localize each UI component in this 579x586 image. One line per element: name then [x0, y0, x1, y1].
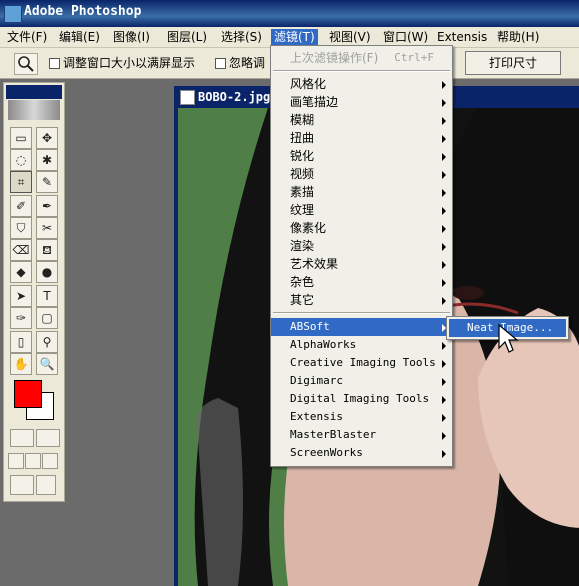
pencil-tool[interactable]: ✒ [36, 195, 58, 217]
mouse-cursor-icon [498, 324, 519, 353]
plugin-creative-imaging-tools[interactable]: Creative Imaging Tools [271, 354, 452, 372]
filter-noise[interactable]: 杂色 [271, 273, 452, 291]
dodge-tool[interactable]: ● [36, 261, 58, 283]
document-icon [180, 90, 195, 105]
crop-tool[interactable]: ⌗ [10, 171, 32, 193]
eraser-tool[interactable]: ⌫ [10, 239, 32, 261]
bucket-tool[interactable]: ⛾ [36, 239, 58, 261]
menu-edit[interactable]: 编辑(E) [56, 29, 103, 45]
resize-window-checkbox[interactable] [49, 58, 60, 69]
ignore-palettes-checkbox[interactable] [215, 58, 226, 69]
document-title: BOBO-2.jpg [198, 90, 271, 104]
toolbox: ▭ ✥ ◌ ✱ ⌗ ✎ ✐ ✒ ⛉ ✂ ⌫ ⛾ ◆ ● ➤ T ✑ ▢ ▯ ⚲ … [3, 82, 65, 502]
menu-layer[interactable]: 图层(L) [164, 29, 210, 45]
type-tool[interactable]: T [36, 285, 58, 307]
last-filter-item[interactable]: 上次滤镜操作(F) Ctrl+F [271, 49, 452, 67]
eyedropper-tool[interactable]: ⚲ [36, 331, 58, 353]
plugin-alphaworks[interactable]: AlphaWorks [271, 336, 452, 354]
blur-tool[interactable]: ◆ [10, 261, 32, 283]
plugin-masterblaster[interactable]: MasterBlaster [271, 426, 452, 444]
menu-filter[interactable]: 滤镜(T) [271, 29, 318, 45]
marquee-tool[interactable]: ▭ [10, 127, 32, 149]
screen-mode-full-menu-icon[interactable] [25, 453, 41, 469]
slice-tool[interactable]: ✎ [36, 171, 58, 193]
filter-video[interactable]: 视频 [271, 165, 452, 183]
quick-mask-icon[interactable] [36, 429, 60, 447]
filter-pixelate[interactable]: 像素化 [271, 219, 452, 237]
toolbox-header [6, 85, 62, 99]
filter-sharpen[interactable]: 锐化 [271, 147, 452, 165]
standard-mode-icon[interactable] [10, 429, 34, 447]
menu-separator [273, 70, 450, 72]
plugin-digimarc[interactable]: Digimarc [271, 372, 452, 390]
imageready-icon[interactable] [36, 475, 56, 495]
menu-help[interactable]: 帮助(H) [494, 29, 542, 45]
brush-tool[interactable]: ✐ [10, 195, 32, 217]
menu-window[interactable]: 窗口(W) [380, 29, 431, 45]
title-bar: Adobe Photoshop [0, 0, 579, 27]
resize-window-label: 调整窗口大小以满屏显示 [63, 56, 196, 70]
jump-to-imageready-icon[interactable] [10, 475, 34, 495]
lasso-tool[interactable]: ◌ [10, 149, 32, 171]
menu-select[interactable]: 选择(S) [218, 29, 265, 45]
menu-separator [273, 312, 450, 314]
filter-menu-dropdown: 上次滤镜操作(F) Ctrl+F 风格化 画笔描边 模糊 扭曲 锐化 视频 素描… [270, 45, 453, 467]
filter-distort[interactable]: 扭曲 [271, 129, 452, 147]
filter-stylize[interactable]: 风格化 [271, 75, 452, 93]
ignore-palettes-label: 忽略调 [229, 56, 266, 70]
move-tool[interactable]: ✥ [36, 127, 58, 149]
menu-view[interactable]: 视图(V) [326, 29, 374, 45]
foreground-color-swatch[interactable] [14, 380, 42, 408]
plugin-screenworks[interactable]: ScreenWorks [271, 444, 452, 462]
notes-tool[interactable]: ▯ [10, 331, 32, 353]
plugin-extensis[interactable]: Extensis [271, 408, 452, 426]
filter-artistic[interactable]: 艺术效果 [271, 255, 452, 273]
filter-render[interactable]: 渲染 [271, 237, 452, 255]
menu-image[interactable]: 图像(I) [110, 29, 153, 45]
screen-mode-standard-icon[interactable] [8, 453, 24, 469]
magic-wand-tool[interactable]: ✱ [36, 149, 58, 171]
print-size-button[interactable]: 打印尺寸 [465, 51, 561, 75]
filter-texture[interactable]: 纹理 [271, 201, 452, 219]
hand-tool[interactable]: ✋ [10, 353, 32, 375]
screen-mode-full-icon[interactable] [42, 453, 58, 469]
pen-tool[interactable]: ✑ [10, 307, 32, 329]
filter-blur[interactable]: 模糊 [271, 111, 452, 129]
history-brush-tool[interactable]: ✂ [36, 217, 58, 239]
window-title: Adobe Photoshop [24, 4, 142, 19]
menu-file[interactable]: 文件(F) [4, 29, 50, 45]
filter-brush-strokes[interactable]: 画笔描边 [271, 93, 452, 111]
stamp-tool[interactable]: ⛉ [10, 217, 32, 239]
photoshop-logo [8, 100, 60, 120]
path-select-tool[interactable]: ➤ [10, 285, 32, 307]
menu-extensis[interactable]: Extensis [434, 29, 490, 45]
plugin-digital-imaging-tools[interactable]: Digital Imaging Tools [271, 390, 452, 408]
zoom-tool[interactable]: 🔍 [36, 353, 58, 375]
filter-sketch[interactable]: 素描 [271, 183, 452, 201]
plugin-absoft[interactable]: ABSoft [271, 318, 452, 336]
shape-tool[interactable]: ▢ [36, 307, 58, 329]
photoshop-app-icon [4, 5, 22, 23]
filter-other[interactable]: 其它 [271, 291, 452, 309]
zoom-tool-icon[interactable] [14, 53, 38, 75]
